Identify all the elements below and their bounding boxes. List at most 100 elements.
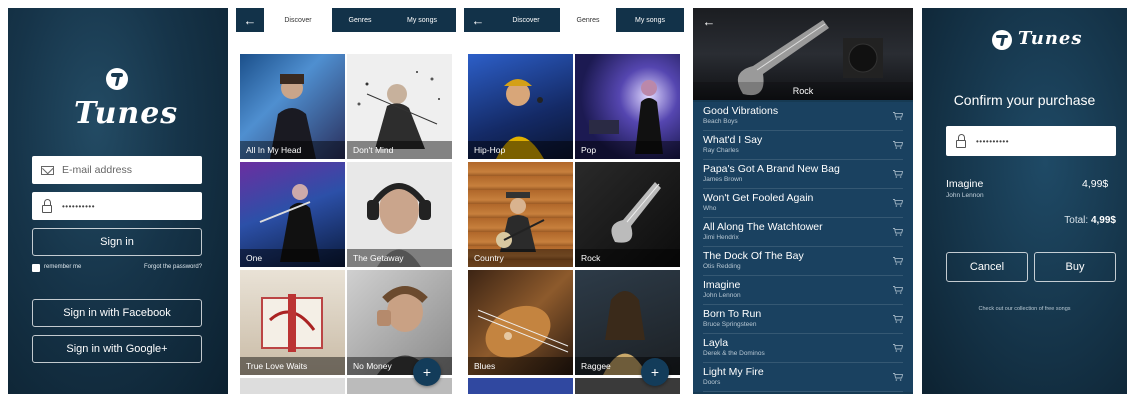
cart-icon[interactable] xyxy=(893,112,903,120)
tunes-logo-icon xyxy=(106,68,128,90)
song-title: Won't Get Fooled Again xyxy=(703,192,814,204)
tile-caption: Country xyxy=(468,249,573,267)
tile-country[interactable]: Country xyxy=(468,162,573,267)
cart-icon[interactable] xyxy=(893,141,903,149)
top-app-bar: ← Discover Genres My songs xyxy=(236,8,456,32)
song-row[interactable]: Light My Fire Doors xyxy=(703,363,903,392)
tab-my-songs[interactable]: My songs xyxy=(388,8,456,32)
cart-icon[interactable] xyxy=(893,344,903,352)
email-field[interactable]: E-mail address xyxy=(32,156,202,184)
tile-partial xyxy=(468,378,573,394)
song-title: Good Vibrations xyxy=(703,105,779,117)
tile-dont-mind[interactable]: Don't Mind xyxy=(347,54,452,159)
tile-caption: Pop xyxy=(575,141,680,159)
song-list: Good Vibrations Beach Boys What'd I Say Ray… xyxy=(693,102,913,392)
tile-one[interactable]: One xyxy=(240,162,345,267)
song-title: The Dock Of The Bay xyxy=(703,250,804,262)
tile-pop[interactable]: Pop xyxy=(575,54,680,159)
back-arrow-icon[interactable]: ← xyxy=(695,14,723,29)
lock-icon xyxy=(946,133,976,148)
item-price: 4,99$ xyxy=(1082,178,1109,190)
cancel-button[interactable]: Cancel xyxy=(946,252,1028,282)
tile-no-money[interactable]: No Money xyxy=(347,270,452,375)
song-title: Imagine xyxy=(703,279,741,291)
cart-icon[interactable] xyxy=(893,373,903,381)
song-row[interactable]: Won't Get Fooled Again Who xyxy=(703,189,903,218)
tile-true-love-waits[interactable]: True Love Waits xyxy=(240,270,345,375)
password-field[interactable]: •••••••••• xyxy=(946,126,1116,156)
song-title: All Along The Watchtower xyxy=(703,221,823,233)
tile-caption: Rock xyxy=(575,249,680,267)
song-row[interactable]: Layla Derek & the Dominos xyxy=(703,334,903,363)
cart-icon[interactable] xyxy=(893,315,903,323)
brand-wordmark: Tunes xyxy=(1018,28,1083,49)
forgot-password-link[interactable]: Forgot the password? xyxy=(144,264,202,270)
buy-button[interactable]: Buy xyxy=(1034,252,1116,282)
song-artist: Beach Boys xyxy=(703,118,738,125)
song-artist: Doors xyxy=(703,379,721,386)
genre-title: Rock xyxy=(693,82,913,100)
total-label: Total: xyxy=(1064,215,1089,226)
cart-icon[interactable] xyxy=(893,170,903,178)
song-title: Born To Run xyxy=(703,308,762,320)
song-artist: Who xyxy=(703,205,717,212)
tab-genres[interactable]: Genres xyxy=(332,8,388,32)
tile-raggee[interactable]: Raggee xyxy=(575,270,680,375)
back-arrow-icon[interactable]: ← xyxy=(236,13,264,28)
password-field[interactable]: •••••••••• xyxy=(32,192,202,220)
song-row[interactable]: Imagine John Lennon xyxy=(703,276,903,305)
total-row: Total: 4,99$ xyxy=(1022,215,1116,226)
login-screen: Tunes E-mail address •••••••••• Sign in … xyxy=(8,8,228,394)
tile-rock[interactable]: Rock xyxy=(575,162,680,267)
cart-icon[interactable] xyxy=(893,257,903,265)
sign-in-button[interactable]: Sign in xyxy=(32,228,202,256)
song-row[interactable]: What'd I Say Ray Charles xyxy=(703,131,903,160)
tab-discover[interactable]: Discover xyxy=(264,8,332,32)
tile-the-getaway[interactable]: The Getaway xyxy=(347,162,452,267)
song-row[interactable]: Born To Run Bruce Springsteen xyxy=(703,305,903,334)
cart-icon[interactable] xyxy=(893,286,903,294)
song-artist: Ray Charles xyxy=(703,147,739,154)
purchase-title: Confirm your purchase xyxy=(953,92,1096,108)
cart-icon[interactable] xyxy=(893,228,903,236)
song-row[interactable]: All Along The Watchtower Jimi Hendrix xyxy=(703,218,903,247)
remember-checkbox[interactable] xyxy=(32,264,40,272)
tile-partial xyxy=(240,378,345,394)
song-row[interactable]: The Dock Of The Bay Otis Redding xyxy=(703,247,903,276)
tile-caption: One xyxy=(240,249,345,267)
song-title: Papa's Got A Brand New Bag xyxy=(703,163,840,175)
showcase-stage: Tunes E-mail address •••••••••• Sign in … xyxy=(0,0,1137,394)
email-placeholder: E-mail address xyxy=(62,164,133,176)
song-artist: John Lennon xyxy=(703,292,741,299)
cart-icon[interactable] xyxy=(893,199,903,207)
tab-genres[interactable]: Genres xyxy=(560,8,616,32)
tile-caption: True Love Waits xyxy=(240,357,345,375)
item-artist: John Lennon xyxy=(946,192,984,199)
song-title: Layla xyxy=(703,337,729,349)
brand-wordmark: Tunes xyxy=(74,96,179,131)
tile-blues[interactable]: Blues xyxy=(468,270,573,375)
tile-caption: Don't Mind xyxy=(347,141,452,159)
song-row[interactable]: Papa's Got A Brand New Bag James Brown xyxy=(703,160,903,189)
add-fab-button[interactable]: + xyxy=(641,358,669,386)
song-artist: Derek & the Dominos xyxy=(703,350,765,357)
total-value: 4,99$ xyxy=(1090,215,1116,226)
password-value: •••••••••• xyxy=(976,136,1010,146)
song-artist: Bruce Springsteen xyxy=(703,321,757,328)
tile-caption: The Getaway xyxy=(347,249,452,267)
facebook-sign-in-button[interactable]: Sign in with Facebook xyxy=(32,299,202,327)
add-fab-button[interactable]: + xyxy=(413,358,441,386)
tile-all-in-my-head[interactable]: All In My Head xyxy=(240,54,345,159)
back-arrow-icon[interactable]: ← xyxy=(464,13,492,28)
tile-caption: All In My Head xyxy=(240,141,345,159)
free-songs-link[interactable]: Check out our collection of free songs xyxy=(922,306,1127,312)
tab-discover[interactable]: Discover xyxy=(492,8,560,32)
tab-my-songs[interactable]: My songs xyxy=(616,8,684,32)
song-artist: Otis Redding xyxy=(703,263,741,270)
song-artist: James Brown xyxy=(703,176,743,183)
song-title: What'd I Say xyxy=(703,134,763,146)
song-row[interactable]: Good Vibrations Beach Boys xyxy=(703,102,903,131)
genres-screen: ← Discover Genres My songs Hip-Hop Pop C… xyxy=(464,8,684,394)
tile-hip-hop[interactable]: Hip-Hop xyxy=(468,54,573,159)
google-sign-in-button[interactable]: Sign in with Google+ xyxy=(32,335,202,363)
